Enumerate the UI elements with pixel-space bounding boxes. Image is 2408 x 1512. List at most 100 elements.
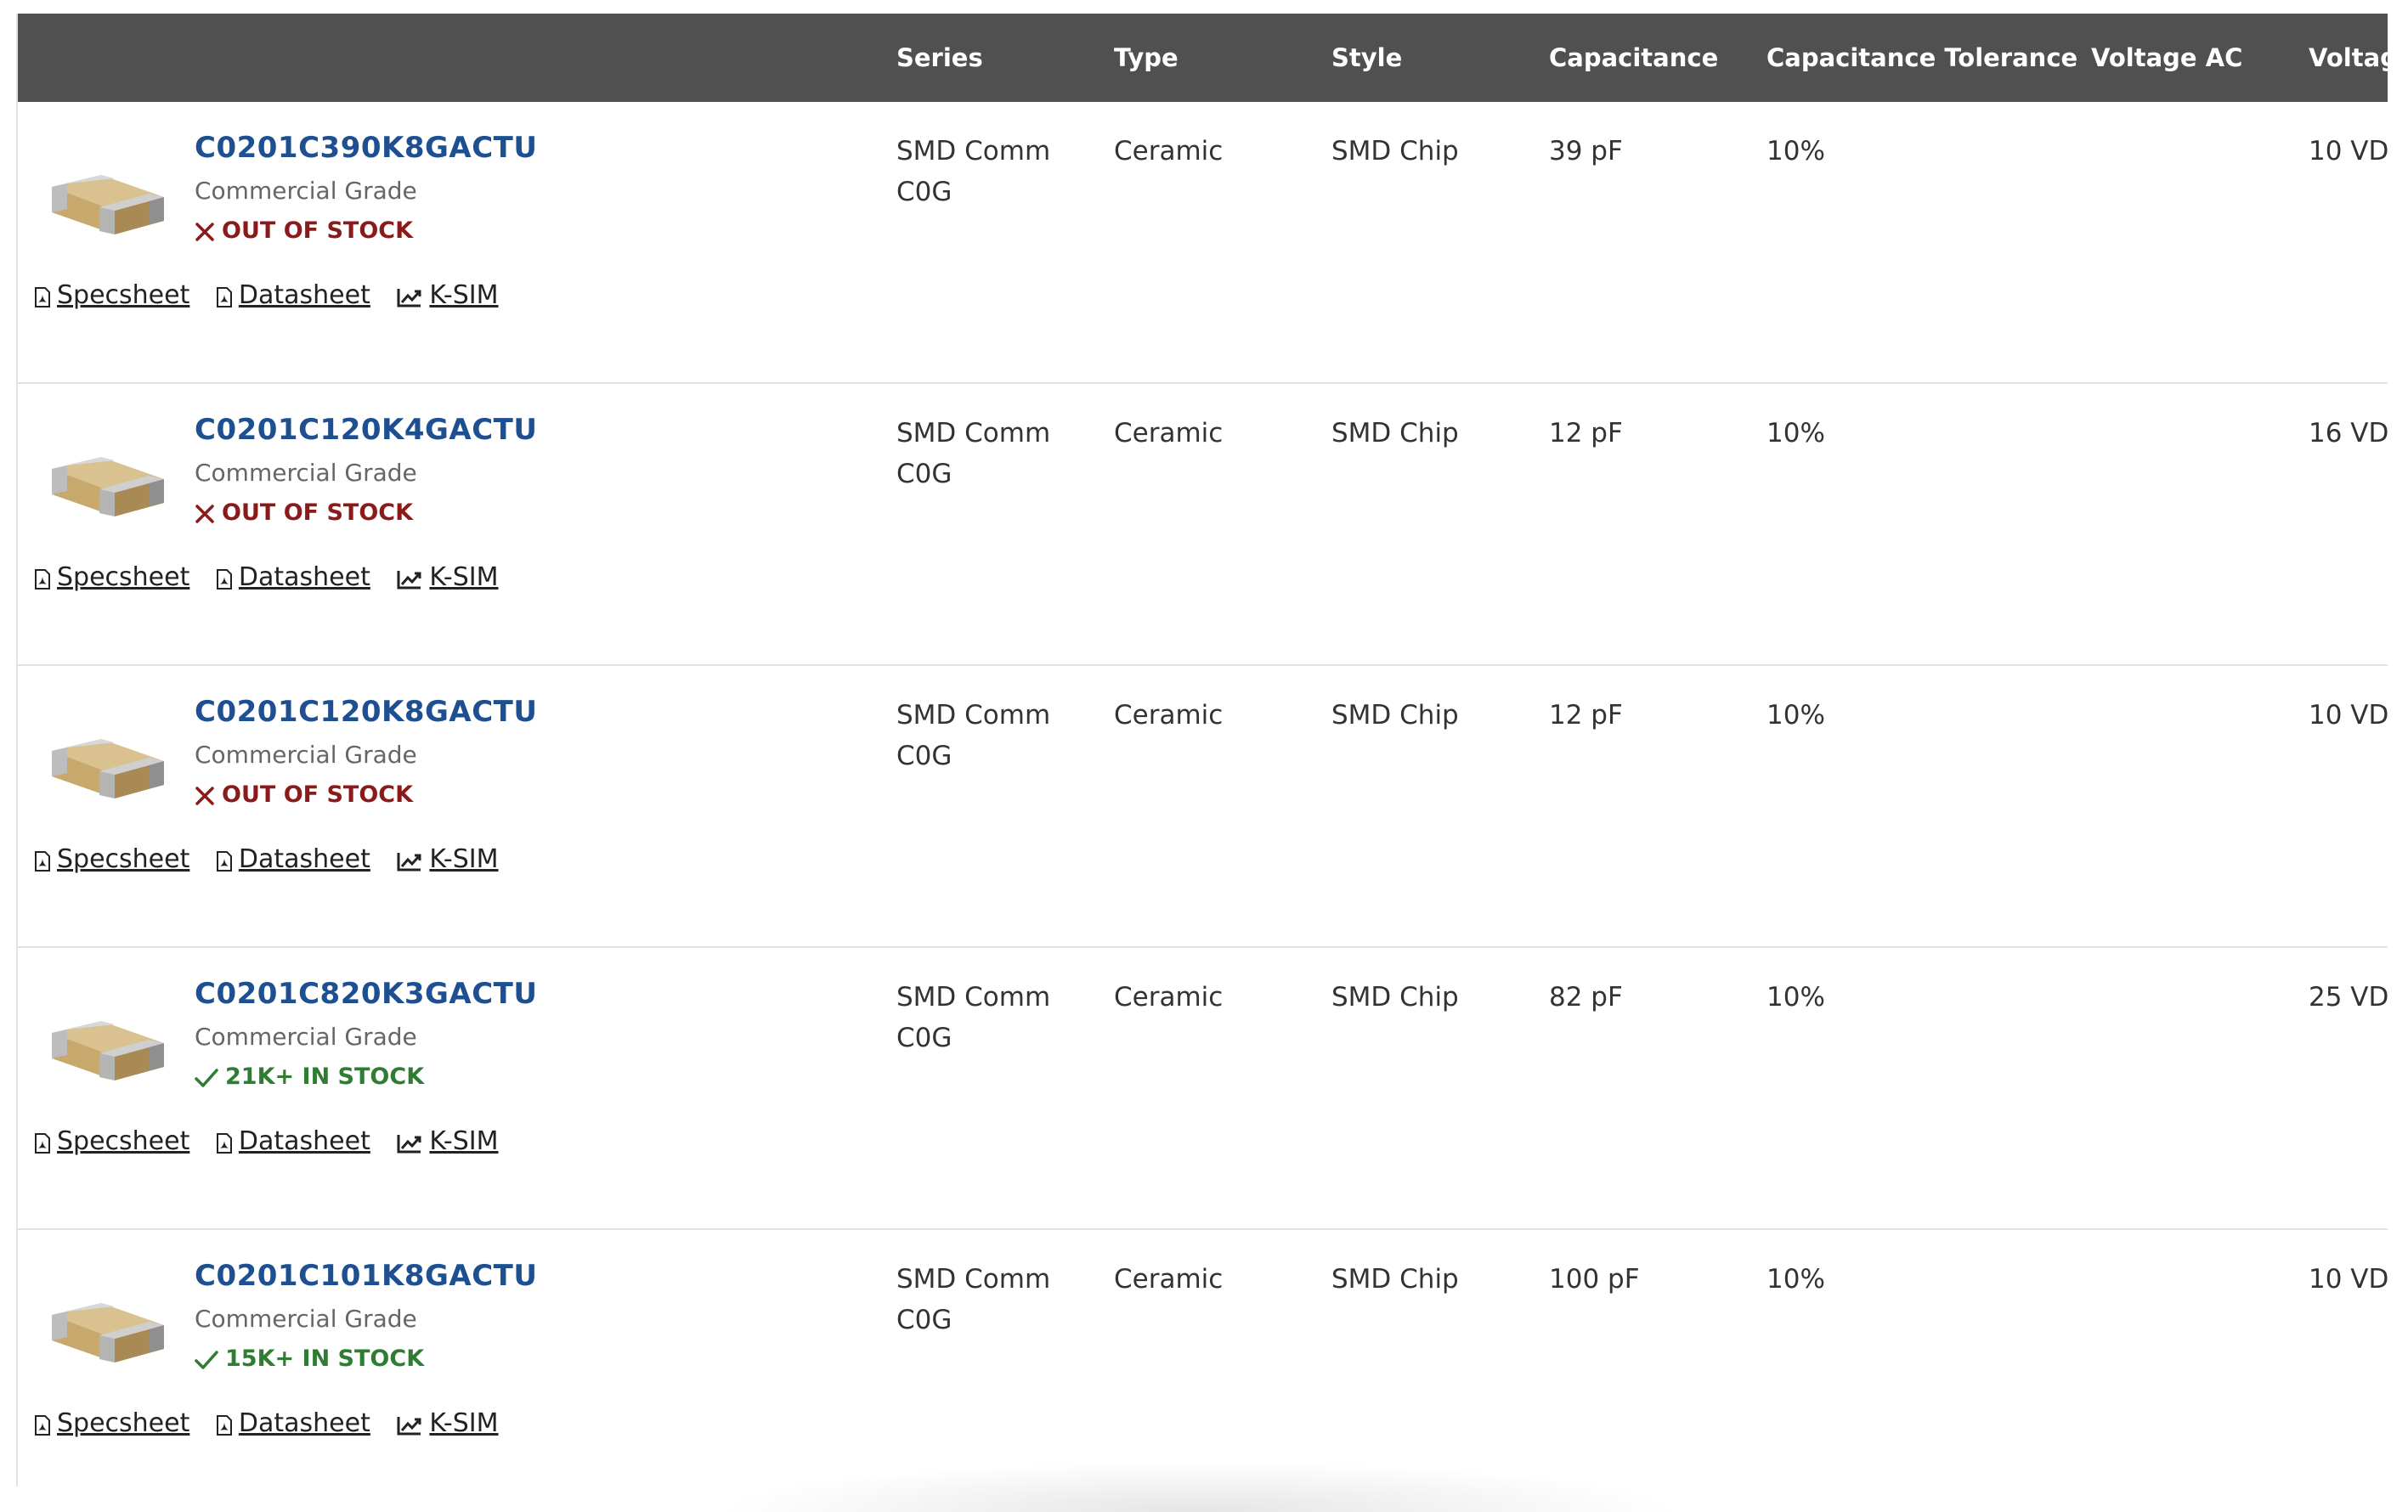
table-row: C0201C820K3GACTU Commercial Grade 21K+ I… [18, 948, 2394, 1230]
pdf-icon [216, 569, 232, 590]
grade-label: Commercial Grade [195, 741, 417, 769]
type-cell: Ceramic [1114, 700, 1224, 731]
document-links: Specsheet Datasheet K-SIM [35, 1126, 517, 1156]
pdf-icon [216, 851, 232, 872]
series-cell: SMD Comm C0G [896, 982, 1051, 1053]
style-cell: SMD Chip [1331, 418, 1459, 449]
part-number-link[interactable]: C0201C120K8GACTU [195, 695, 537, 729]
grade-label: Commercial Grade [195, 1305, 417, 1333]
part-number-link[interactable]: C0201C120K4GACTU [195, 413, 537, 447]
voltage-dc-cell: 16 VDC [2309, 418, 2394, 449]
capacitance-cell: 82 pF [1549, 982, 1623, 1013]
capacitor-chip-image [52, 1021, 164, 1080]
stock-status: 15K+ IN STOCK [195, 1346, 424, 1372]
table-row: C0201C390K8GACTU Commercial Grade OUT OF… [18, 102, 2394, 384]
pdf-icon [216, 1133, 232, 1154]
k-sim-link[interactable]: K-SIM [397, 1126, 499, 1156]
x-icon [195, 505, 214, 523]
header-style[interactable]: Style [1331, 14, 1402, 102]
stock-status: 21K+ IN STOCK [195, 1063, 424, 1090]
pdf-icon [35, 851, 50, 872]
k-sim-link[interactable]: K-SIM [397, 562, 499, 592]
x-icon [195, 223, 214, 241]
chart-icon [397, 571, 421, 590]
stock-status-text: OUT OF STOCK [222, 217, 414, 244]
stock-status-text: OUT OF STOCK [222, 781, 414, 808]
part-number-link[interactable]: C0201C101K8GACTU [195, 1259, 537, 1293]
pdf-icon [35, 569, 50, 590]
series-cell: SMD Comm C0G [896, 700, 1051, 771]
header-capacitance[interactable]: Capacitance [1549, 14, 1718, 102]
specsheet-link[interactable]: Specsheet [35, 844, 189, 874]
voltage-dc-cell: 25 VDC [2309, 982, 2394, 1013]
part-number-link[interactable]: C0201C390K8GACTU [195, 131, 537, 165]
stock-status: OUT OF STOCK [195, 499, 413, 526]
stock-status: OUT OF STOCK [195, 781, 413, 808]
tolerance-cell: 10% [1766, 136, 1825, 166]
chart-icon [397, 1417, 421, 1436]
type-cell: Ceramic [1114, 418, 1224, 449]
voltage-dc-cell: 10 VDC [2309, 700, 2394, 731]
style-cell: SMD Chip [1331, 136, 1459, 166]
checkmark-icon [195, 1351, 218, 1369]
capacitance-cell: 12 pF [1549, 700, 1623, 731]
k-sim-link[interactable]: K-SIM [397, 1408, 499, 1438]
style-cell: SMD Chip [1331, 1264, 1459, 1295]
header-voltage-ac[interactable]: Voltage AC [2091, 14, 2242, 102]
part-number-link[interactable]: C0201C820K3GACTU [195, 977, 537, 1011]
capacitance-cell: 100 pF [1549, 1264, 1640, 1295]
tolerance-cell: 10% [1766, 1264, 1825, 1295]
datasheet-link[interactable]: Datasheet [216, 1126, 370, 1156]
page-edge [2388, 0, 2408, 1487]
capacitor-chip-image [52, 739, 164, 798]
pdf-icon [35, 1133, 50, 1154]
type-cell: Ceramic [1114, 1264, 1224, 1295]
header-voltage-dc[interactable]: Voltage [2309, 14, 2394, 102]
voltage-dc-cell: 10 VDC [2309, 136, 2394, 166]
grade-label: Commercial Grade [195, 1023, 417, 1051]
stock-status-text: 21K+ IN STOCK [225, 1063, 425, 1090]
pdf-icon [216, 1415, 232, 1436]
capacitor-chip-image [52, 1303, 164, 1362]
series-cell: SMD Comm C0G [896, 136, 1051, 207]
stock-status-text: OUT OF STOCK [222, 499, 414, 526]
capacitance-cell: 39 pF [1549, 136, 1623, 166]
chart-icon [397, 289, 421, 307]
k-sim-link[interactable]: K-SIM [397, 280, 499, 310]
document-links: Specsheet Datasheet K-SIM [35, 844, 517, 874]
specsheet-link[interactable]: Specsheet [35, 1126, 189, 1156]
type-cell: Ceramic [1114, 982, 1224, 1013]
stock-status: OUT OF STOCK [195, 217, 413, 244]
document-links: Specsheet Datasheet K-SIM [35, 562, 517, 592]
tolerance-cell: 10% [1766, 982, 1825, 1013]
type-cell: Ceramic [1114, 136, 1224, 166]
specsheet-link[interactable]: Specsheet [35, 1408, 189, 1438]
chart-icon [397, 1135, 421, 1154]
header-series[interactable]: Series [896, 14, 983, 102]
k-sim-link[interactable]: K-SIM [397, 844, 499, 874]
datasheet-link[interactable]: Datasheet [216, 1408, 370, 1438]
header-capacitance-tolerance[interactable]: Capacitance Tolerance [1766, 14, 2077, 102]
datasheet-link[interactable]: Datasheet [216, 280, 370, 310]
document-links: Specsheet Datasheet K-SIM [35, 280, 517, 310]
series-cell: SMD Comm C0G [896, 1264, 1051, 1335]
style-cell: SMD Chip [1331, 982, 1459, 1013]
specsheet-link[interactable]: Specsheet [35, 562, 189, 592]
stock-status-text: 15K+ IN STOCK [225, 1346, 425, 1372]
datasheet-link[interactable]: Datasheet [216, 562, 370, 592]
checkmark-icon [195, 1069, 218, 1087]
grade-label: Commercial Grade [195, 459, 417, 487]
x-icon [195, 787, 214, 805]
product-table: Series Type Style Capacitance Capacitanc… [16, 14, 2394, 1487]
specsheet-link[interactable]: Specsheet [35, 280, 189, 310]
pdf-icon [35, 287, 50, 307]
voltage-dc-cell: 10 VDC [2309, 1264, 2394, 1295]
tolerance-cell: 10% [1766, 418, 1825, 449]
capacitor-chip-image [52, 457, 164, 516]
floating-panel-shadow [714, 1461, 1682, 1512]
grade-label: Commercial Grade [195, 177, 417, 205]
table-row: C0201C120K4GACTU Commercial Grade OUT OF… [18, 384, 2394, 666]
datasheet-link[interactable]: Datasheet [216, 844, 370, 874]
table-row: C0201C120K8GACTU Commercial Grade OUT OF… [18, 666, 2394, 948]
header-type[interactable]: Type [1114, 14, 1179, 102]
